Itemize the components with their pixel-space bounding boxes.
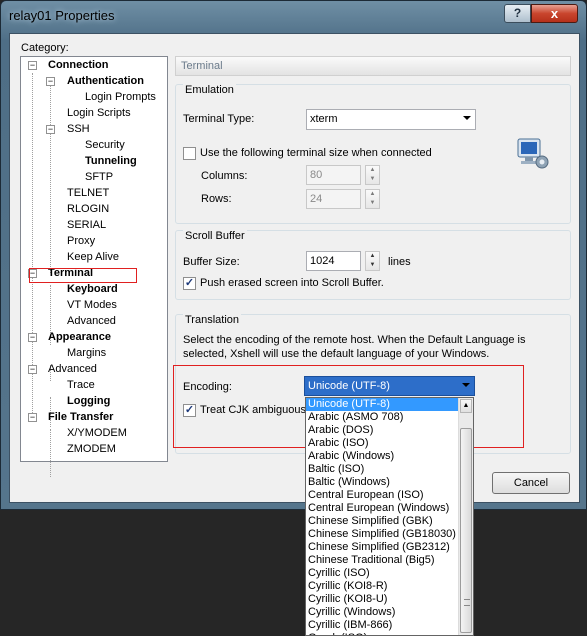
encoding-option[interactable]: Cyrillic (ISO) [306,567,459,580]
tree-item-vt-modes[interactable]: VT Modes [67,298,117,313]
terminal-monitor-icon [517,138,549,169]
encoding-select[interactable]: Unicode (UTF-8) [304,376,475,396]
tree-item-connection[interactable]: Connection [48,58,109,73]
encoding-option[interactable]: Arabic (ASMO 708) [306,411,459,424]
buffer-size-unit: lines [388,256,411,268]
translation-group-title: Translation [183,314,242,326]
tree-item-ssh[interactable]: SSH [67,122,90,137]
tree-item-sftp[interactable]: SFTP [85,170,113,185]
tree-item-keyboard[interactable]: Keyboard [67,282,118,297]
encoding-option[interactable]: Greek (ISO) [306,632,459,635]
terminal-type-label: Terminal Type: [183,113,255,125]
encoding-option[interactable]: Central European (Windows) [306,502,459,515]
encoding-option[interactable]: Arabic (Windows) [306,450,459,463]
category-tree[interactable]: − Connection − Authentication Login Prom… [20,56,168,477]
emulation-group-title: Emulation [183,84,236,96]
encoding-option[interactable]: Chinese Simplified (GB18030) [306,528,459,541]
collapse-connection-icon[interactable]: − [28,61,37,70]
encoding-option[interactable]: Baltic (Windows) [306,476,459,489]
encoding-option[interactable]: Cyrillic (IBM-866) [306,619,459,632]
collapse-file-transfer-icon[interactable]: − [28,413,37,422]
encoding-option[interactable]: Arabic (ISO) [306,437,459,450]
page-title: Terminal [175,56,571,76]
scroll-buffer-group-title: Scroll Buffer [183,230,247,242]
encoding-option[interactable]: Chinese Traditional (Big5) [306,554,459,567]
collapse-advanced-icon[interactable]: − [28,365,37,374]
cancel-button[interactable]: Cancel [492,472,570,494]
encoding-option[interactable]: Arabic (DOS) [306,424,459,437]
buffer-size-stepper[interactable]: ▲ ▼ [365,251,380,271]
encoding-value: Unicode (UTF-8) [308,380,390,392]
terminal-type-select[interactable]: xterm [306,109,476,130]
help-button[interactable]: ? [504,4,531,23]
encoding-option[interactable]: Chinese Simplified (GB2312) [306,541,459,554]
tree-item-tunneling[interactable]: Tunneling [85,154,137,169]
translation-description-line2: selected, Xshell will use the default la… [183,348,490,360]
scroll-up-icon[interactable]: ▲ [460,399,472,413]
tree-item-appearance[interactable]: Appearance [48,330,111,345]
grip-icon [464,599,470,606]
tree-item-trace[interactable]: Trace [67,378,95,393]
columns-stepper[interactable]: ▲ ▼ [365,165,380,185]
rows-input[interactable]: 24 [306,189,361,209]
tree-line [50,83,51,273]
tree-item-telnet[interactable]: TELNET [67,186,109,201]
terminal-type-value: xterm [310,113,338,125]
tree-item-xymodem[interactable]: X/YMODEM [67,426,127,441]
encoding-option[interactable]: Cyrillic (KOI8-U) [306,593,459,606]
columns-label: Columns: [201,170,248,182]
collapse-appearance-icon[interactable]: − [28,333,37,342]
buffer-size-label: Buffer Size: [183,256,240,268]
scrollbar-thumb[interactable] [460,428,472,633]
chevron-down-icon [463,116,471,120]
tree-item-zmodem[interactable]: ZMODEM [67,442,116,457]
tree-line [32,73,33,413]
category-label: Category: [21,42,69,54]
rows-stepper[interactable]: ▲ ▼ [365,189,380,209]
tree-item-login-scripts[interactable]: Login Scripts [67,106,131,121]
close-button[interactable]: x [531,4,578,23]
tree-item-terminal-advanced[interactable]: Advanced [67,314,116,329]
window-title: relay01 Properties [9,8,115,23]
rows-label: Rows: [201,193,232,205]
translation-description-line1: Select the encoding of the remote host. … [183,334,526,346]
dropdown-scrollbar[interactable]: ▲ [458,398,473,635]
tree-line [50,429,51,477]
encoding-options: Unicode (UTF-8) Arabic (ASMO 708) Arabic (… [306,398,459,635]
encoding-option[interactable]: Cyrillic (KOI8-R) [306,580,459,593]
tree-item-file-transfer[interactable]: File Transfer [48,410,113,425]
encoding-option[interactable]: Cyrillic (Windows) [306,606,459,619]
tree-item-logging[interactable]: Logging [67,394,110,409]
tree-item-margins[interactable]: Margins [67,346,106,361]
chevron-down-icon [462,383,470,387]
use-terminal-size-checkbox[interactable] [183,147,196,160]
tree-item-rlogin[interactable]: RLOGIN [67,202,109,217]
tree-item-serial[interactable]: SERIAL [67,218,106,233]
use-terminal-size-label: Use the following terminal size when con… [200,147,432,159]
encoding-dropdown-list[interactable]: Unicode (UTF-8) Arabic (ASMO 708) Arabic (… [305,397,474,636]
tree-item-keep-alive[interactable]: Keep Alive [67,250,119,265]
encoding-option[interactable]: Chinese Simplified (GBK) [306,515,459,528]
tree-item-login-prompts[interactable]: Login Prompts [85,90,156,105]
push-erased-label: Push erased screen into Scroll Buffer. [200,277,384,289]
push-erased-checkbox[interactable]: ✓ [183,277,196,290]
collapse-ssh-icon[interactable]: − [46,125,55,134]
encoding-option[interactable]: Central European (ISO) [306,489,459,502]
tree-item-security[interactable]: Security [85,138,125,153]
terminal-highlight-box [29,268,137,283]
encoding-option[interactable]: Baltic (ISO) [306,463,459,476]
close-icon: x [550,6,559,21]
tree-item-authentication[interactable]: Authentication [67,74,144,89]
tree-item-proxy[interactable]: Proxy [67,234,95,249]
buffer-size-input[interactable]: 1024 [306,251,361,271]
columns-input[interactable]: 80 [306,165,361,185]
tree-item-advanced[interactable]: Advanced [48,362,97,377]
encoding-option[interactable]: Unicode (UTF-8) [306,398,459,411]
collapse-authentication-icon[interactable]: − [46,77,55,86]
